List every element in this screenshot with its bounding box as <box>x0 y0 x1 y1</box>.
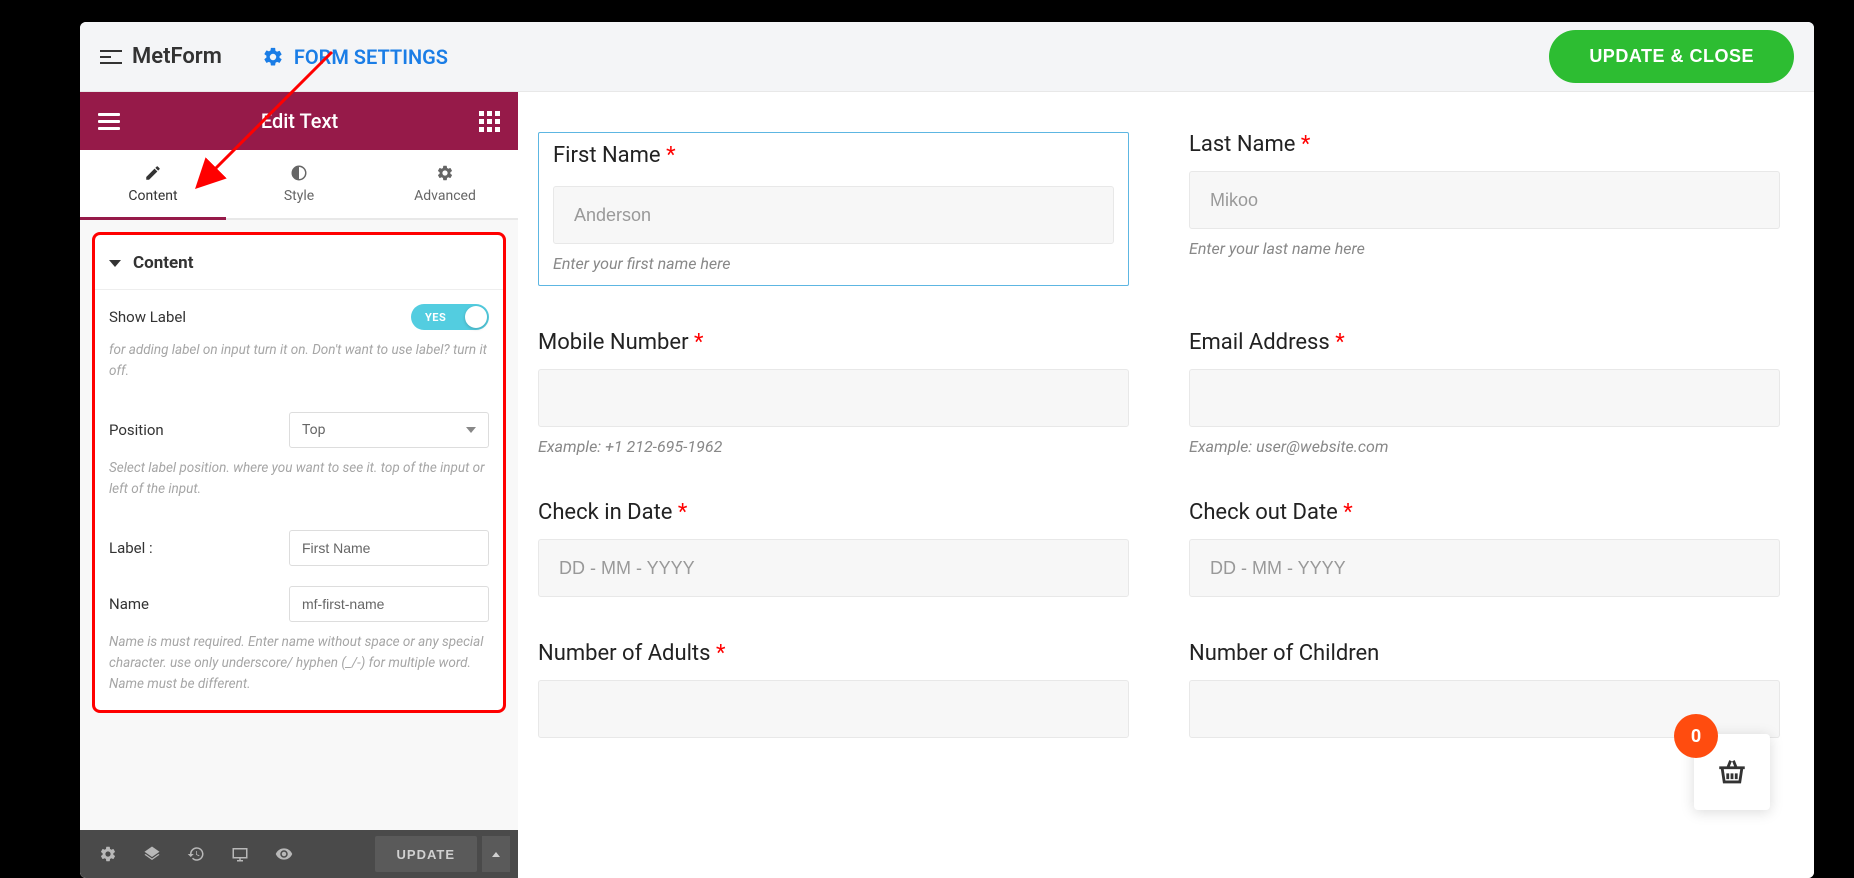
content-section-highlight: Content Show Label YES for adding label … <box>92 232 506 713</box>
form-preview: First Name * Enter your first name here … <box>518 92 1814 878</box>
email-input[interactable] <box>1189 369 1780 427</box>
navigator-button[interactable] <box>132 836 172 872</box>
editor-sidebar: Edit Text Content Style Advanced <box>80 92 518 878</box>
first-name-hint: Enter your first name here <box>539 244 1128 285</box>
name-input[interactable] <box>289 586 489 622</box>
field-mobile[interactable]: Mobile Number * Example: +1 212-695-1962 <box>538 330 1129 456</box>
name-field-label: Name <box>109 595 149 613</box>
hamburger-menu-icon[interactable] <box>98 109 120 134</box>
adults-label: Number of Adults * <box>538 641 1129 666</box>
panel-content: Content Show Label YES for adding label … <box>80 220 518 830</box>
caret-up-icon <box>492 852 500 857</box>
switch-knob <box>465 306 487 328</box>
editor-tabs: Content Style Advanced <box>80 150 518 220</box>
mobile-hint: Example: +1 212-695-1962 <box>538 437 1129 456</box>
first-name-label: First Name * <box>539 133 1128 168</box>
layers-icon <box>143 845 161 863</box>
required-star: * <box>1335 330 1344 355</box>
tab-content-label: Content <box>128 188 177 204</box>
preview-button[interactable] <box>264 836 304 872</box>
sidebar-title: Edit Text <box>120 109 479 133</box>
field-email[interactable]: Email Address * Example: user@website.co… <box>1189 330 1780 456</box>
field-check-in[interactable]: Check in Date * <box>538 500 1129 597</box>
check-in-label: Check in Date * <box>538 500 1129 525</box>
show-label-label: Show Label <box>109 308 186 326</box>
cart-count-badge: 0 <box>1674 714 1718 758</box>
content-accordion-toggle[interactable]: Content <box>95 235 503 290</box>
chevron-down-icon <box>466 427 476 433</box>
position-label: Position <box>109 421 164 439</box>
history-icon <box>187 845 205 863</box>
name-help: Name is must required. Enter name withou… <box>95 628 503 711</box>
position-select[interactable]: Top <box>289 412 489 448</box>
first-name-input[interactable] <box>553 186 1114 244</box>
gear-icon <box>262 46 284 68</box>
bottom-toolbar: UPDATE <box>80 830 518 878</box>
position-help: Select label position. where you want to… <box>95 454 503 516</box>
basket-icon <box>1715 755 1749 789</box>
last-name-hint: Enter your last name here <box>1189 239 1780 258</box>
required-star: * <box>666 143 675 168</box>
children-label: Number of Children <box>1189 641 1780 666</box>
contrast-icon <box>290 164 308 182</box>
tab-content[interactable]: Content <box>80 150 226 218</box>
app-title: MetForm <box>100 44 222 69</box>
tab-advanced-label: Advanced <box>414 188 476 204</box>
check-out-input[interactable] <box>1189 539 1780 597</box>
adults-input[interactable] <box>538 680 1129 738</box>
mobile-label: Mobile Number * <box>538 330 1129 355</box>
position-select-value: Top <box>302 422 326 438</box>
tab-style[interactable]: Style <box>226 150 372 218</box>
required-star: * <box>678 500 687 525</box>
form-settings-button[interactable]: FORM SETTINGS <box>262 45 448 69</box>
switch-state-label: YES <box>425 311 446 324</box>
widgets-grid-icon[interactable] <box>479 111 500 132</box>
metform-logo-icon <box>100 50 122 64</box>
cart-widget[interactable]: 0 <box>1680 720 1770 810</box>
sidebar-header: Edit Text <box>80 92 518 150</box>
caret-down-icon <box>109 260 121 267</box>
content-section-title: Content <box>133 253 193 273</box>
email-hint: Example: user@website.com <box>1189 437 1780 456</box>
responsive-button[interactable] <box>220 836 260 872</box>
field-first-name[interactable]: First Name * Enter your first name here <box>538 132 1129 286</box>
update-options-button[interactable] <box>482 836 510 872</box>
label-input[interactable] <box>289 530 489 566</box>
required-star: * <box>1343 500 1352 525</box>
field-check-out[interactable]: Check out Date * <box>1189 500 1780 597</box>
required-star: * <box>1301 132 1310 157</box>
required-star: * <box>694 330 703 355</box>
tab-advanced[interactable]: Advanced <box>372 150 518 218</box>
show-label-switch[interactable]: YES <box>411 304 489 330</box>
gear-icon <box>436 164 454 182</box>
label-field-label: Label : <box>109 539 153 557</box>
update-close-button[interactable]: UPDATE & CLOSE <box>1549 30 1794 83</box>
pencil-icon <box>144 164 162 182</box>
update-button[interactable]: UPDATE <box>375 836 477 872</box>
required-star: * <box>716 641 725 666</box>
show-label-help: for adding label on input turn it on. Do… <box>95 336 503 398</box>
last-name-input[interactable] <box>1189 171 1780 229</box>
form-settings-label: FORM SETTINGS <box>294 45 448 69</box>
field-last-name[interactable]: Last Name * Enter your last name here <box>1189 132 1780 286</box>
app-title-text: MetForm <box>132 44 222 69</box>
eye-icon <box>275 845 293 863</box>
gear-icon <box>99 845 117 863</box>
tab-style-label: Style <box>284 188 314 204</box>
history-button[interactable] <box>176 836 216 872</box>
field-adults[interactable]: Number of Adults * <box>538 641 1129 738</box>
check-out-label: Check out Date * <box>1189 500 1780 525</box>
editor-modal: MetForm FORM SETTINGS UPDATE & CLOSE Edi… <box>80 22 1814 878</box>
settings-button[interactable] <box>88 836 128 872</box>
responsive-icon <box>231 845 249 863</box>
top-bar: MetForm FORM SETTINGS UPDATE & CLOSE <box>80 22 1814 92</box>
last-name-label: Last Name * <box>1189 132 1780 157</box>
mobile-input[interactable] <box>538 369 1129 427</box>
email-label: Email Address * <box>1189 330 1780 355</box>
check-in-input[interactable] <box>538 539 1129 597</box>
